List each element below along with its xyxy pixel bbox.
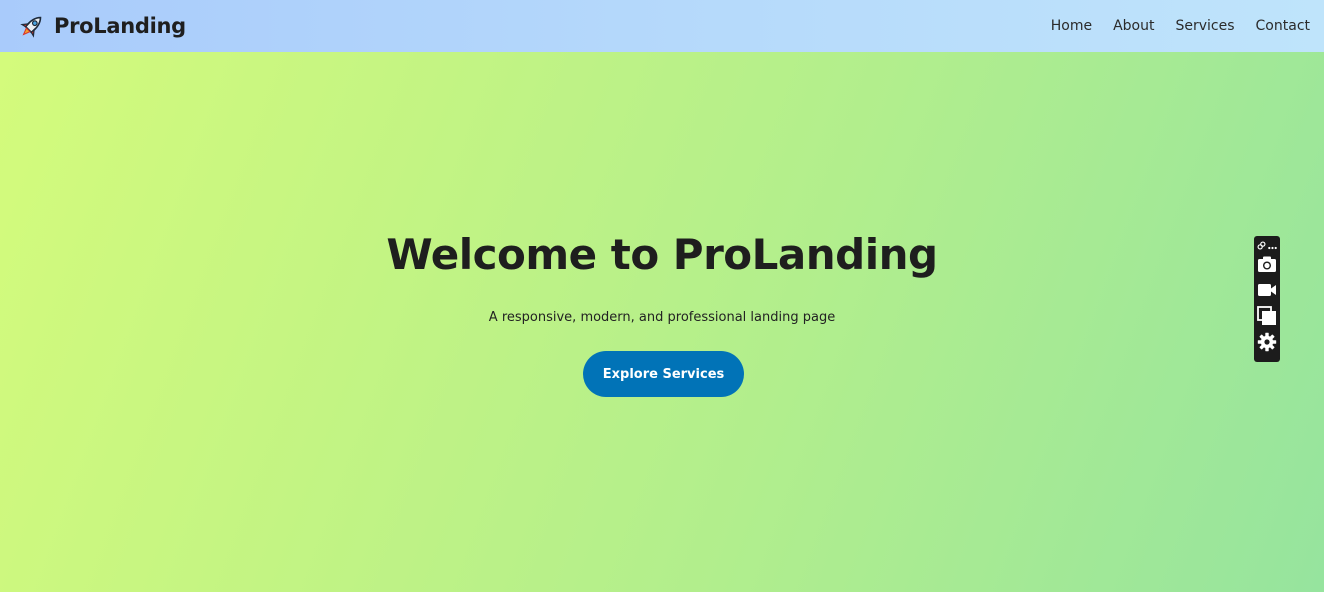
hero-section: Welcome to ProLanding A responsive, mode… — [0, 52, 1324, 592]
copy-icon[interactable] — [1255, 303, 1279, 329]
gear-icon[interactable] — [1255, 329, 1279, 355]
hero-subtitle: A responsive, modern, and professional l… — [488, 310, 836, 325]
rocket-icon — [18, 12, 46, 40]
explore-services-button[interactable]: Explore Services — [583, 351, 744, 397]
hero-title: Welcome to ProLanding — [386, 230, 938, 279]
camera-icon[interactable] — [1255, 251, 1279, 277]
nav-about[interactable]: About — [1113, 18, 1154, 34]
nav-home[interactable]: Home — [1051, 18, 1092, 34]
brand-name: ProLanding — [54, 14, 186, 38]
nav-contact[interactable]: Contact — [1256, 18, 1310, 34]
video-icon[interactable] — [1255, 277, 1279, 303]
landing-page: ProLanding Home About Services Contact W… — [0, 0, 1324, 592]
toolbar-top — [1257, 237, 1277, 251]
site-header: ProLanding Home About Services Contact — [0, 0, 1324, 52]
floating-toolbar — [1254, 236, 1280, 362]
brand[interactable]: ProLanding — [18, 12, 186, 40]
main-nav: Home About Services Contact — [1030, 18, 1310, 34]
nav-services[interactable]: Services — [1175, 18, 1234, 34]
